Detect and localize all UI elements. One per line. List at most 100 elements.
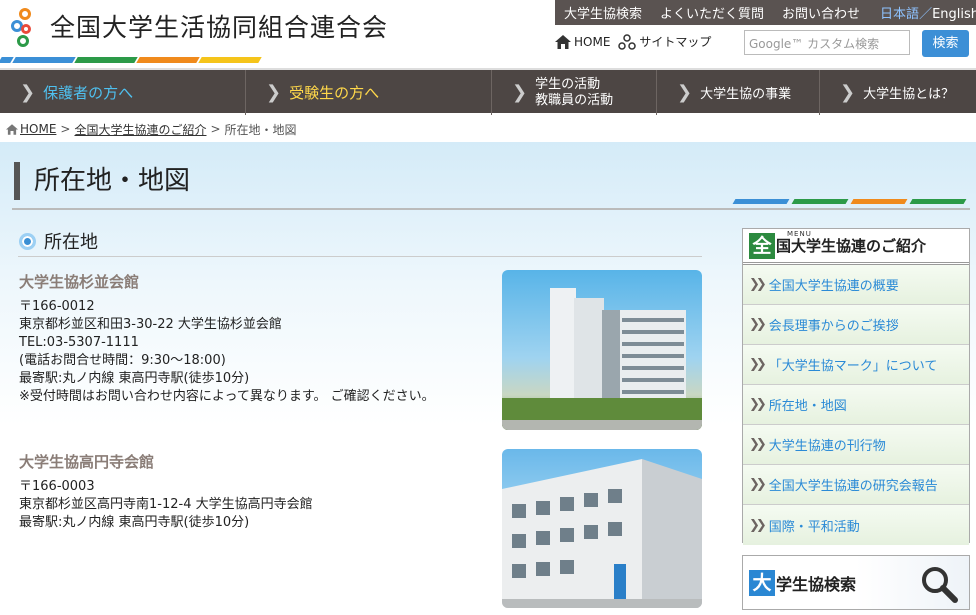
magnifier-icon	[922, 567, 958, 603]
title-color-stripe	[732, 199, 970, 204]
chevron-right-icon: ❯	[677, 82, 693, 103]
coop-search-banner[interactable]: 大 学生協検索	[742, 555, 970, 610]
breadcrumb-separator: >	[60, 122, 71, 136]
nav-item-business[interactable]: ❯ 大学生協の事業	[657, 70, 820, 115]
nav-item-applicants[interactable]: ❯ 受験生の方へ	[246, 70, 492, 115]
note: ※受付時間はお問い合わせ内容によって異なります。 ご確認ください。	[19, 389, 435, 404]
building-name-koenji: 大学生協高円寺会館	[19, 453, 155, 471]
chevron-right-icon: ❯	[266, 82, 282, 103]
nav-item-parents-label: 保護者の方へ	[43, 84, 134, 102]
nav-item-activities-line1: 学生の活動	[535, 76, 601, 92]
sidebar-head-kanji: 全	[749, 232, 775, 259]
sidebar-item-label: 会長理事からのご挨拶	[768, 319, 899, 334]
double-chevron-icon: ❯❯	[749, 437, 767, 452]
nav-item-parents[interactable]: ❯ 保護者の方へ	[0, 70, 246, 115]
nearest-station: 最寄駅:丸ノ内線 東高円寺駅(徒歩10分)	[19, 515, 250, 530]
sitemap-link-label: サイトマップ	[639, 35, 712, 49]
lang-japanese[interactable]: 日本語	[880, 7, 919, 22]
sidebar-menu-header: MENU 全 国大学生協連のご紹介	[743, 229, 969, 265]
postal-code: 〒166-0012	[19, 299, 95, 314]
koenji-building-illustration	[502, 459, 702, 608]
breadcrumb-separator: >	[210, 122, 221, 136]
breadcrumb: HOME > 全国大学生協連のご紹介 > 所在地・地図	[0, 117, 976, 141]
chevron-right-icon: ❯	[20, 82, 36, 103]
double-chevron-icon: ❯❯	[749, 477, 767, 492]
postal-code: 〒166-0003	[19, 479, 95, 494]
sidebar-item-publications[interactable]: ❯❯ 大学生協連の刊行物	[743, 425, 969, 465]
nav-item-activities-line2: 教職員の活動	[535, 92, 614, 108]
sidebar-item-label: 所在地・地図	[768, 399, 847, 414]
home-icon	[6, 123, 18, 135]
search-input[interactable]: Google™ カスタム検索	[744, 30, 910, 55]
circle-bullet-icon	[19, 232, 36, 250]
sidebar-item-label: 全国大学生協連の概要	[768, 279, 899, 294]
coop-logo-icon[interactable]	[11, 8, 43, 48]
utility-links-bar: 大学生協検索 よくいただく質問 お問い合わせ 日本語／English	[555, 0, 976, 25]
site-header: 全国大学生活協同組合連合会 大学生協検索 よくいただく質問 お問い合わせ 日本語…	[0, 0, 976, 66]
building-details-suginami: 〒166-0012 東京都杉並区和田3-30-22 大学生協杉並会館 TEL:0…	[19, 298, 449, 406]
global-nav: ❯ 保護者の方へ ❯ 受験生の方へ ❯ 学生の活動 教職員の活動 ❯ 大学生協の…	[0, 68, 976, 115]
sidebar-item-coop-mark[interactable]: ❯❯ 「大学生協マーク」について	[743, 345, 969, 385]
nav-item-activities-label: 学生の活動 教職員の活動	[535, 77, 613, 109]
section-divider	[18, 256, 702, 257]
nav-item-about[interactable]: ❯ 大学生協とは？	[820, 70, 976, 115]
section-heading-label: 所在地	[44, 232, 98, 253]
building-photo-koenji	[502, 449, 702, 608]
nav-item-activities[interactable]: ❯ 学生の活動 教職員の活動	[492, 70, 657, 115]
site-title[interactable]: 全国大学生活協同組合連合会	[50, 8, 388, 44]
sidebar-item-label: 「大学生協マーク」について	[768, 359, 938, 374]
home-link[interactable]: HOME	[555, 34, 611, 49]
header-color-stripe	[0, 57, 262, 63]
sidebar-item-research[interactable]: ❯❯ 全国大学生協連の研究会報告	[743, 465, 969, 505]
breadcrumb-current: 所在地・地図	[224, 122, 297, 137]
home-link-label: HOME	[574, 34, 611, 49]
sidebar-item-label: 国際・平和活動	[768, 519, 860, 535]
double-chevron-icon: ❯❯	[749, 317, 767, 332]
sidebar-head-text: 国大学生協連のご紹介	[776, 237, 927, 255]
sidebar-item-label: 大学生協連の刊行物	[768, 439, 886, 454]
telephone: TEL:03-5307-1111	[19, 335, 139, 350]
breadcrumb-home[interactable]: HOME	[20, 122, 56, 136]
nav-item-about-label: 大学生協とは？	[863, 87, 955, 102]
sitemap-icon	[618, 33, 637, 50]
sidebar-menu: MENU 全 国大学生協連のご紹介 ❯❯ 全国大学生協連の概要 ❯❯ 会長理事か…	[742, 228, 970, 545]
top-link-faq[interactable]: よくいただく質問	[651, 3, 773, 22]
double-chevron-icon: ❯❯	[749, 397, 767, 412]
double-chevron-icon: ❯❯	[749, 357, 767, 372]
sub-links: HOME サイトマップ	[555, 33, 719, 50]
sidebar-item-label: 全国大学生協連の研究会報告	[768, 479, 938, 494]
chevron-right-icon: ❯	[512, 81, 528, 103]
nav-item-applicants-label: 受験生の方へ	[289, 84, 380, 102]
top-link-contact[interactable]: お問い合わせ	[773, 3, 869, 22]
sidebar-item-greeting[interactable]: ❯❯ 会長理事からのご挨拶	[743, 305, 969, 345]
building-photo-suginami	[502, 270, 702, 430]
building-name-suginami: 大学生協杉並会館	[19, 273, 140, 291]
building-details-koenji: 〒166-0003 東京都杉並区高円寺南1-12-4 大学生協高円寺会館 最寄駅…	[19, 478, 449, 532]
nearest-station: 最寄駅:丸ノ内線 東高円寺駅(徒歩10分)	[19, 371, 250, 386]
lang-separator: ／	[919, 7, 933, 22]
phone-hours: (電話お問合せ時間：9:30〜18:00)	[19, 353, 226, 368]
sidebar-item-peace[interactable]: ❯❯ 国際・平和活動	[743, 505, 969, 545]
search-button[interactable]: 検索	[922, 30, 969, 57]
home-icon	[555, 34, 571, 49]
address: 東京都杉並区高円寺南1-12-4 大学生協高円寺会館	[19, 497, 313, 512]
page-title: 所在地・地図	[14, 162, 190, 200]
top-link-coop-search[interactable]: 大学生協検索	[555, 3, 651, 22]
sitemap-link[interactable]: サイトマップ	[618, 33, 711, 50]
sidebar-item-overview[interactable]: ❯❯ 全国大学生協連の概要	[743, 265, 969, 305]
search-banner-text: 学生協検索	[776, 574, 857, 594]
double-chevron-icon: ❯❯	[749, 517, 767, 533]
lang-english[interactable]: English	[932, 7, 976, 22]
sidebar-item-location[interactable]: ❯❯ 所在地・地図	[743, 385, 969, 425]
language-switch: 日本語／English	[871, 3, 976, 22]
suginami-building-illustration	[502, 288, 702, 430]
chevron-right-icon: ❯	[840, 82, 856, 103]
nav-item-business-label: 大学生協の事業	[700, 87, 792, 102]
address: 東京都杉並区和田3-30-22 大学生協杉並会館	[19, 317, 282, 332]
menu-tag: MENU	[787, 230, 812, 238]
breadcrumb-about[interactable]: 全国大学生協連のご紹介	[74, 121, 206, 138]
double-chevron-icon: ❯❯	[749, 277, 767, 292]
search-banner-kanji: 大	[749, 569, 775, 596]
section-heading: 所在地	[19, 228, 98, 254]
title-divider	[12, 208, 970, 210]
